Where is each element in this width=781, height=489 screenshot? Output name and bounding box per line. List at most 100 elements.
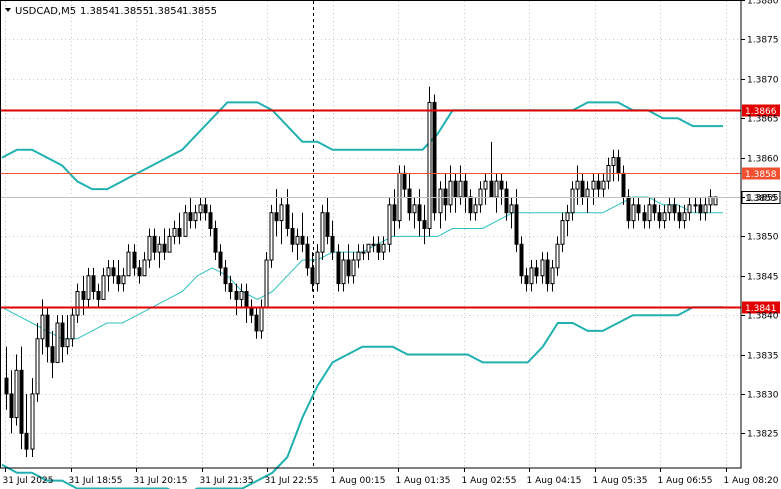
candle-body <box>142 259 147 277</box>
candle-body <box>616 157 621 174</box>
x-tick-label: 1 Aug 01:35 <box>396 476 451 486</box>
x-tick-label: 31 Jul 22:55 <box>265 476 319 486</box>
candle-body <box>336 251 341 285</box>
candle-body <box>35 338 40 395</box>
candle-body <box>106 267 111 277</box>
candle-body <box>387 204 392 245</box>
y-tick-label: 1.3870 <box>747 76 779 86</box>
candle-body <box>269 212 274 261</box>
candle-body <box>9 393 14 419</box>
candle-body <box>392 204 397 222</box>
candle-body <box>703 204 708 214</box>
candle-body <box>381 243 386 253</box>
candle-body <box>504 188 509 214</box>
ohlc-low: 1.3854 <box>148 6 183 17</box>
x-tick-label: 1 Aug 05:35 <box>593 476 648 486</box>
candle-body <box>499 180 504 190</box>
candle-body <box>514 204 519 245</box>
candle-body <box>621 172 626 198</box>
candle-body <box>208 212 213 229</box>
candle-body <box>483 180 488 190</box>
candle-body <box>172 227 177 237</box>
candle-body <box>402 172 407 190</box>
y-tick-label: 1.3880 <box>747 0 779 7</box>
candle-body <box>580 180 585 198</box>
candle-body <box>376 243 381 253</box>
candle-body <box>213 227 218 253</box>
candle-body <box>228 283 233 293</box>
candle-body <box>524 275 529 285</box>
candle-body <box>636 204 641 214</box>
candle-body <box>575 180 580 190</box>
x-tick-label: 31 Jul 2025 <box>3 476 54 486</box>
x-tick-label: 1 Aug 02:55 <box>462 476 517 486</box>
y-tick-label: 1.3825 <box>747 430 779 440</box>
candle-body <box>534 267 539 277</box>
candle-body <box>677 212 682 222</box>
ohlc-open: 1.3854 <box>80 6 115 17</box>
candle-body <box>86 275 91 300</box>
candle-body <box>417 204 422 222</box>
candle-body <box>295 235 300 245</box>
candle-body <box>70 314 75 340</box>
candle-body <box>188 212 193 222</box>
candle-body <box>443 188 448 206</box>
x-tick-label: 1 Aug 00:15 <box>331 476 386 486</box>
candle-body <box>478 188 483 206</box>
candle-body <box>290 227 295 245</box>
candle-body <box>397 172 402 222</box>
candle-body <box>366 243 371 253</box>
chart-header: USDCAD,M5 1.3854 1.3855 1.3854 1.3855 <box>5 6 217 17</box>
candle-body <box>152 235 157 253</box>
candle-body <box>218 251 223 269</box>
candle-body <box>203 204 208 214</box>
candle-body <box>427 101 432 229</box>
bollinger-lower-line <box>1 306 723 489</box>
x-tick-label: 1 Aug 08:20 <box>724 476 779 486</box>
candle-body <box>157 243 162 253</box>
candlestick-series <box>4 86 718 457</box>
candle-body <box>494 180 499 198</box>
candle-body <box>642 212 647 222</box>
candle-body <box>254 314 259 332</box>
candle-body <box>65 338 70 348</box>
candle-body <box>14 369 19 419</box>
candle-body <box>132 251 137 269</box>
candle-body <box>468 196 473 214</box>
candle-body <box>591 180 596 190</box>
candle-body <box>137 267 142 277</box>
candle-body <box>713 196 718 206</box>
candle-body <box>356 251 361 261</box>
candle-body <box>285 204 290 229</box>
y-tick-label: 1.3860 <box>747 155 779 165</box>
x-tick-label: 1 Aug 04:15 <box>527 476 582 486</box>
x-tick-label: 31 Jul 21:35 <box>200 476 254 486</box>
candle-body <box>631 204 636 222</box>
candle-body <box>198 204 203 214</box>
candle-body <box>45 314 50 348</box>
candle-body <box>4 377 9 395</box>
candle-body <box>234 291 239 300</box>
candle-body <box>101 275 106 300</box>
candle-body <box>407 188 412 214</box>
candle-body <box>147 235 152 261</box>
candle-body <box>596 180 601 190</box>
candle-body <box>693 204 698 207</box>
candle-body <box>310 267 315 285</box>
candle-body <box>341 259 346 285</box>
y-tick-label: 1.3840 <box>747 312 779 322</box>
symbol-label: USDCAD,M5 <box>15 6 76 17</box>
level-price-label: 1.3858 <box>745 170 777 180</box>
candle-body <box>60 322 65 348</box>
candle-body <box>570 188 575 214</box>
y-tick-label: 1.3830 <box>747 391 779 401</box>
candle-body <box>116 275 121 285</box>
candle-body <box>320 212 325 253</box>
candle-body <box>550 267 555 285</box>
price-chart: 1.38661.38581.38411.3855 1.38801.38751.3… <box>0 0 781 489</box>
candle-body <box>223 267 228 285</box>
candle-body <box>91 275 96 293</box>
candle-body <box>96 291 101 300</box>
candle-body <box>81 291 86 300</box>
candle-body <box>126 251 131 277</box>
